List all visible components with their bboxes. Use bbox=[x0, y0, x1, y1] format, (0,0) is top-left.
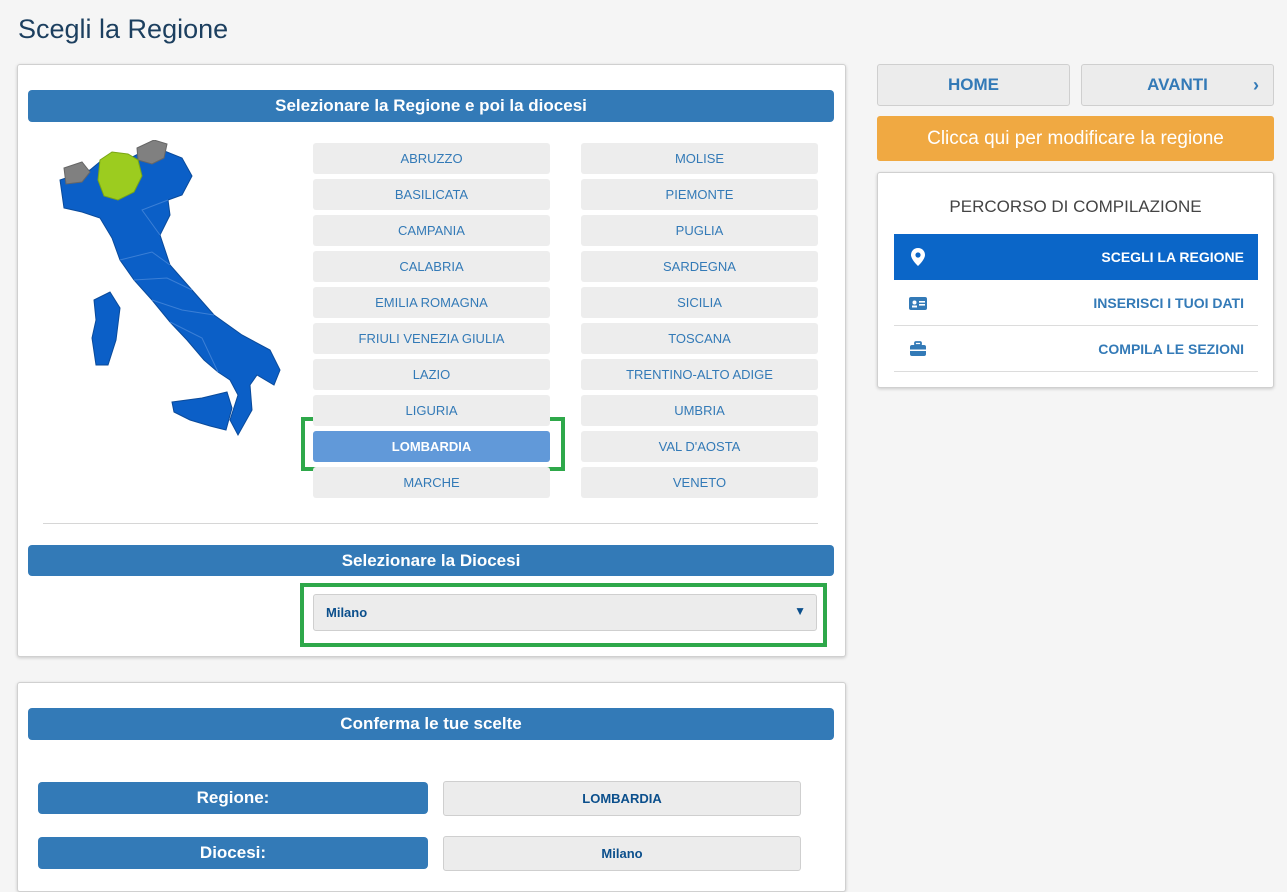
step-label: SCEGLI LA REGIONE bbox=[1101, 249, 1244, 265]
map-region-mainland bbox=[59, 149, 281, 437]
step-label: COMPILA LE SEZIONI bbox=[1098, 341, 1244, 357]
home-button[interactable]: HOME bbox=[877, 64, 1070, 106]
region-button-sardegna[interactable]: SARDEGNA bbox=[581, 251, 818, 282]
diocese-select-value: Milano bbox=[326, 605, 368, 620]
region-button-puglia[interactable]: PUGLIA bbox=[581, 215, 818, 246]
map-region-sardegna bbox=[91, 291, 121, 366]
region-button-val-d-aosta[interactable]: VAL D'AOSTA bbox=[581, 431, 818, 462]
next-button[interactable]: AVANTI › bbox=[1081, 64, 1274, 106]
region-button-toscana[interactable]: TOSCANA bbox=[581, 323, 818, 354]
briefcase-icon bbox=[908, 339, 928, 359]
diocese-select[interactable]: Milano ▼ bbox=[313, 594, 817, 631]
home-button-label: HOME bbox=[948, 75, 999, 94]
region-button-lazio[interactable]: LAZIO bbox=[313, 359, 550, 390]
region-button-sicilia[interactable]: SICILIA bbox=[581, 287, 818, 318]
region-button-piemonte[interactable]: PIEMONTE bbox=[581, 179, 818, 210]
diocese-value: Milano bbox=[443, 836, 801, 871]
region-value: LOMBARDIA bbox=[443, 781, 801, 816]
diocese-section-header: Selezionare la Diocesi bbox=[28, 545, 834, 576]
region-button-veneto[interactable]: VENETO bbox=[581, 467, 818, 498]
region-button-calabria[interactable]: CALABRIA bbox=[313, 251, 550, 282]
region-button-lombardia[interactable]: LOMBARDIA bbox=[313, 431, 550, 462]
confirm-panel: Conferma le tue scelte Regione: LOMBARDI… bbox=[17, 682, 846, 892]
region-button-umbria[interactable]: UMBRIA bbox=[581, 395, 818, 426]
region-label: Regione: bbox=[38, 782, 428, 814]
confirm-section-header: Conferma le tue scelte bbox=[28, 708, 834, 740]
modify-region-button[interactable]: Clicca qui per modificare la regione bbox=[877, 116, 1274, 161]
divider bbox=[43, 523, 818, 524]
map-region-sicilia bbox=[171, 391, 233, 431]
next-button-label: AVANTI bbox=[1147, 75, 1208, 94]
step-label: INSERISCI I TUOI DATI bbox=[1093, 295, 1244, 311]
italy-map[interactable] bbox=[42, 140, 302, 450]
region-button-marche[interactable]: MARCHE bbox=[313, 467, 550, 498]
region-button-trentino-alto-adige[interactable]: TRENTINO-ALTO ADIGE bbox=[581, 359, 818, 390]
step-enter-data[interactable]: INSERISCI I TUOI DATI bbox=[894, 280, 1258, 326]
region-section-header: Selezionare la Regione e poi la diocesi bbox=[28, 90, 834, 122]
route-panel: PERCORSO DI COMPILAZIONE SCEGLI LA REGIO… bbox=[877, 172, 1274, 388]
page-title: Scegli la Regione bbox=[18, 14, 229, 44]
region-button-campania[interactable]: CAMPANIA bbox=[313, 215, 550, 246]
region-button-emilia-romagna[interactable]: EMILIA ROMAGNA bbox=[313, 287, 550, 318]
region-button-basilicata[interactable]: BASILICATA bbox=[313, 179, 550, 210]
chevron-down-icon: ▼ bbox=[794, 604, 806, 618]
step-choose-region[interactable]: SCEGLI LA REGIONE bbox=[894, 234, 1258, 280]
chevron-right-icon: › bbox=[1253, 75, 1259, 95]
modify-region-label: Clicca qui per modificare la regione bbox=[927, 128, 1224, 149]
region-button-friuli-venezia-giulia[interactable]: FRIULI VENEZIA GIULIA bbox=[313, 323, 550, 354]
region-panel: Selezionare la Regione e poi la diocesi … bbox=[17, 64, 846, 657]
step-fill-sections[interactable]: COMPILA LE SEZIONI bbox=[894, 326, 1258, 372]
id-card-icon bbox=[908, 293, 928, 313]
map-marker-icon bbox=[908, 247, 928, 267]
route-title: PERCORSO DI COMPILAZIONE bbox=[949, 197, 1202, 216]
region-button-molise[interactable]: MOLISE bbox=[581, 143, 818, 174]
region-button-liguria[interactable]: LIGURIA bbox=[313, 395, 550, 426]
diocese-label: Diocesi: bbox=[38, 837, 428, 869]
region-button-abruzzo[interactable]: ABRUZZO bbox=[313, 143, 550, 174]
